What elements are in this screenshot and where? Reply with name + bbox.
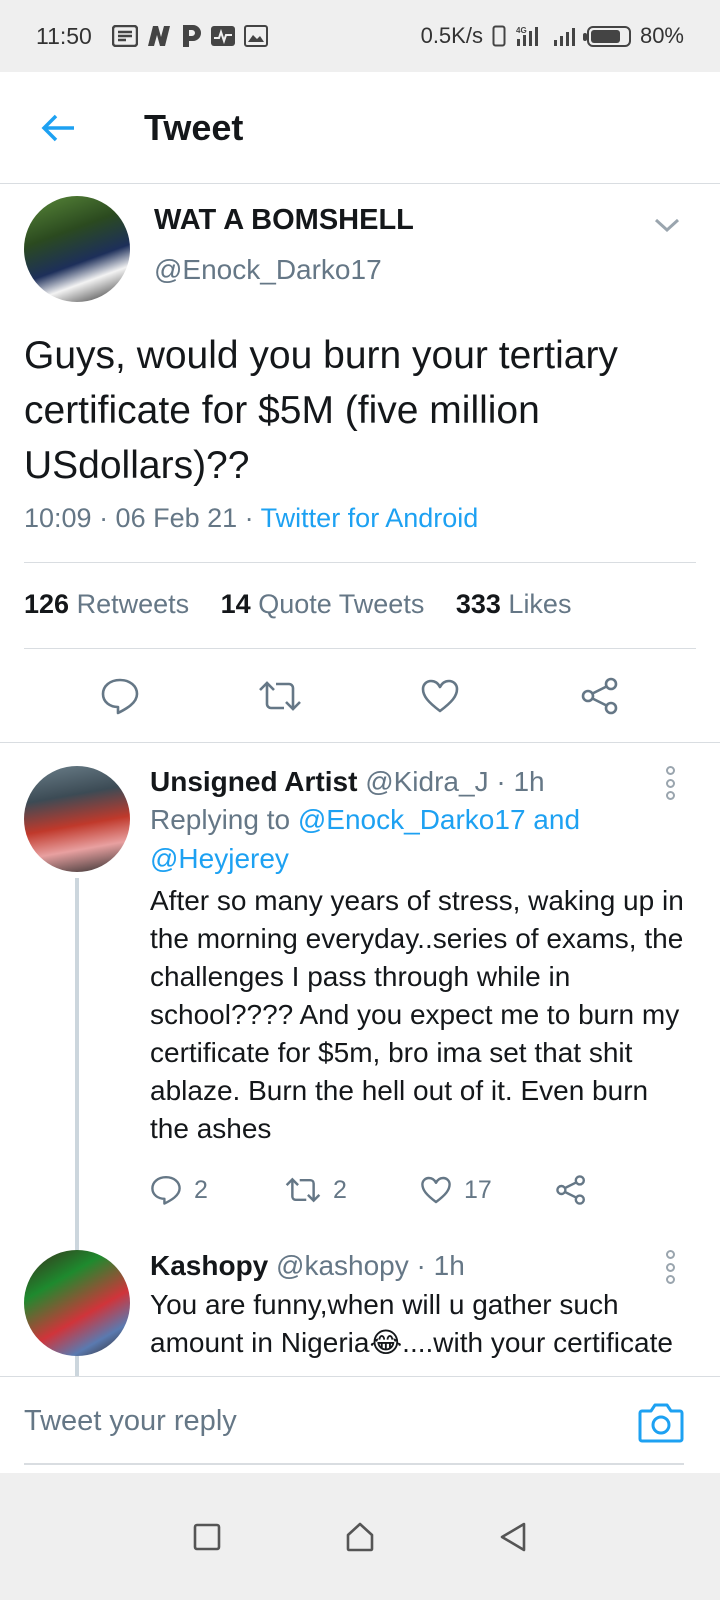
retweets-label: Retweets: [76, 589, 190, 619]
cell-signal-icon: [552, 25, 578, 47]
system-nav-bar: [0, 1473, 720, 1600]
likes-count: 333: [455, 589, 501, 619]
tweet-source-link[interactable]: Twitter for Android: [261, 503, 479, 533]
app-header: Tweet: [0, 72, 720, 184]
back-button[interactable]: [28, 98, 88, 158]
share-button[interactable]: [576, 672, 624, 720]
comment-icon: [151, 1176, 181, 1205]
status-bar-right: 0.5K/s 4G 80%: [421, 23, 684, 49]
vibrate-icon: [492, 25, 506, 47]
reply-avatar[interactable]: [24, 766, 130, 872]
reply-body: Kashopy @kashopy · 1h You are funny,when…: [150, 1250, 690, 1362]
likes-stat[interactable]: 333 Likes: [456, 589, 572, 619]
main-tweet: WAT A BOMSHELL @Enock_Darko17 Guys, woul…: [0, 184, 720, 743]
n-app-icon: [146, 25, 172, 47]
recents-button[interactable]: [184, 1514, 230, 1560]
square-icon: [193, 1523, 220, 1550]
reply-avatar[interactable]: [24, 1250, 130, 1356]
battery-percent: 80%: [639, 23, 684, 48]
status-bar-left: 11:50: [36, 23, 268, 50]
retweet-icon: [259, 680, 301, 711]
camera-button[interactable]: [638, 1401, 684, 1443]
reply-retweet-count: 2: [333, 1175, 347, 1204]
tweet-actions: [0, 649, 720, 743]
retweet-button[interactable]: [256, 672, 304, 720]
home-icon: [346, 1522, 374, 1551]
status-time: 11:50: [36, 22, 92, 49]
activity-icon: [210, 25, 236, 47]
tweet-stats: 126 Retweets 14 Quote Tweets 333 Likes: [24, 563, 696, 649]
camera-icon: [638, 1403, 684, 1443]
triangle-back-icon: [501, 1522, 526, 1551]
heart-icon: [421, 679, 459, 712]
author-row: WAT A BOMSHELL @Enock_Darko17: [0, 184, 720, 314]
reply-reply-button[interactable]: 2: [150, 1174, 285, 1206]
retweets-count: 126: [24, 589, 70, 619]
author-handle[interactable]: @Enock_Darko17: [154, 254, 382, 286]
reply-composer: [0, 1376, 720, 1473]
reply-input[interactable]: [24, 1377, 644, 1465]
reply-like-count: 17: [464, 1175, 492, 1204]
p-app-icon: [180, 24, 202, 48]
reply-header: Unsigned Artist @Kidra_J · 1h: [150, 766, 690, 798]
share-icon: [581, 677, 618, 714]
quotes-stat[interactable]: 14 Quote Tweets: [221, 589, 425, 619]
author-name[interactable]: WAT A BOMSHELL: [154, 204, 414, 237]
reply-author-name[interactable]: Kashopy: [150, 1250, 268, 1281]
reply-share-button[interactable]: [555, 1174, 690, 1206]
quotes-label: Quote Tweets: [258, 589, 425, 619]
tweet-meta: 10:09 · 06 Feb 21 · Twitter for Android: [24, 503, 696, 563]
tweet-text: Guys, would you burn your tertiary certi…: [24, 334, 618, 487]
reply-retweet-button[interactable]: 2: [285, 1175, 420, 1205]
page-title: Tweet: [144, 106, 244, 148]
reply-reply-count: 2: [194, 1175, 208, 1204]
replying-prefix: Replying to: [150, 804, 298, 835]
reply-author-name[interactable]: Unsigned Artist: [150, 766, 357, 797]
heart-icon: [421, 1176, 451, 1204]
reply-like-button[interactable]: 17: [420, 1175, 555, 1205]
net-speed: 0.5K/s: [420, 23, 483, 48]
battery-icon: [582, 25, 631, 47]
author-avatar[interactable]: [24, 196, 130, 302]
reply-header: Kashopy @kashopy · 1h: [150, 1250, 690, 1282]
battery-fill: [590, 29, 620, 43]
reply-actions: 2 2 17: [150, 1174, 690, 1206]
comment-icon: [101, 678, 139, 714]
tweet-options-button[interactable]: [650, 208, 684, 242]
arrow-left-icon: [41, 114, 74, 141]
composer-underline: [24, 1463, 684, 1465]
wifi-signal-icon: 4G: [515, 25, 543, 47]
reply-body: Unsigned Artist @Kidra_J · 1h Replying t…: [150, 766, 690, 1206]
message-icon: [111, 25, 138, 47]
retweets-stat[interactable]: 126 Retweets: [24, 589, 189, 619]
back-nav-button[interactable]: [490, 1514, 536, 1560]
home-button[interactable]: [337, 1514, 383, 1560]
svg-text:4G: 4G: [516, 26, 527, 35]
status-bar: 11:50 0.5K/s 4G 80%: [0, 0, 720, 72]
reply-handle-time: @Kidra_J · 1h: [357, 766, 545, 797]
share-icon: [556, 1175, 585, 1205]
chevron-down-icon: [654, 218, 680, 233]
reply-more-button[interactable]: [660, 766, 680, 800]
reply-button[interactable]: [96, 672, 144, 720]
reply-text: After so many years of stress, waking up…: [150, 885, 684, 1144]
reply-item[interactable]: Kashopy @kashopy · 1h You are funny,when…: [0, 1250, 720, 1376]
likes-label: Likes: [508, 589, 572, 619]
like-button[interactable]: [416, 672, 464, 720]
reply-handle-time: @kashopy · 1h: [268, 1250, 465, 1281]
retweet-icon: [285, 1177, 321, 1203]
reply-text: You are funny,when will u gather such am…: [150, 1289, 673, 1358]
replying-to: Replying to @Enock_Darko17 and @Heyjerey: [150, 800, 690, 878]
quotes-count: 14: [220, 589, 251, 619]
image-icon: [243, 25, 268, 47]
reply-more-button[interactable]: [660, 1250, 680, 1284]
tweet-timestamp: 10:09 · 06 Feb 21 ·: [24, 503, 261, 533]
